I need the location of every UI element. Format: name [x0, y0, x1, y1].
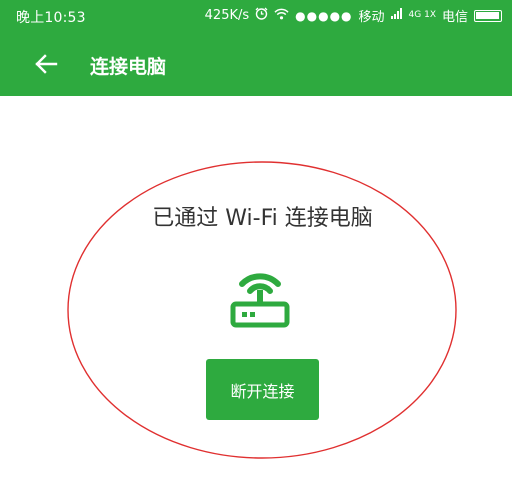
wifi-icon	[274, 8, 289, 24]
signal-bars-icon	[390, 8, 403, 23]
toolbar: 连接电脑	[0, 32, 512, 96]
status-right-group: 425K/s ●●●●● 移动 4G 1X 电信	[205, 6, 502, 25]
carrier-1: 移动	[358, 10, 385, 25]
signal-dots: ●●●●●	[295, 8, 353, 23]
page: 晚上10:53 425K/s ●●●●● 移动 4G 1X 电信 连接电脑 已通…	[0, 0, 525, 483]
status-bar: 晚上10:53 425K/s ●●●●● 移动 4G 1X 电信	[0, 0, 512, 32]
back-button[interactable]	[30, 48, 62, 80]
carrier-2: 电信	[441, 10, 468, 25]
alarm-clock-icon	[255, 7, 268, 24]
status-time: 晚上10:53	[16, 10, 86, 26]
page-title: 连接电脑	[90, 56, 167, 78]
disconnect-button[interactable]: 断开连接	[206, 359, 319, 420]
battery-icon	[474, 9, 502, 22]
network-type: 4G 1X	[408, 10, 436, 20]
network-speed: 425K/s	[204, 8, 250, 23]
back-arrow-icon	[35, 54, 58, 74]
router-icon	[230, 273, 290, 328]
connection-status-text: 已通过 Wi-Fi 连接电脑	[152, 206, 373, 231]
